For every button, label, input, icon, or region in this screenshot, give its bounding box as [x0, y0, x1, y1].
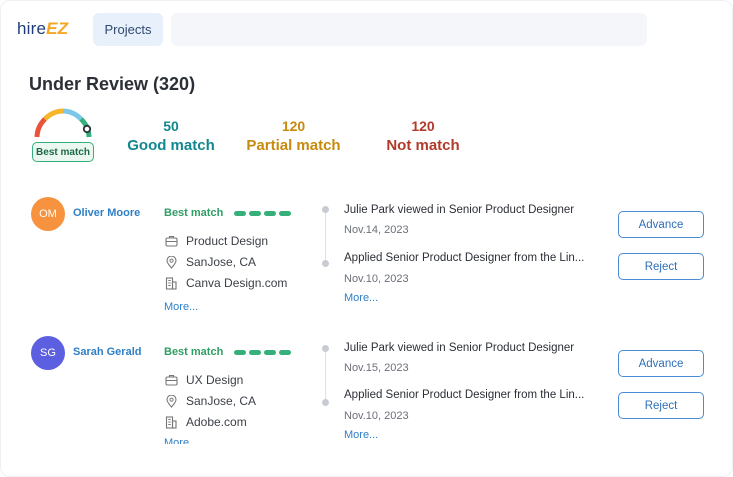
activity-text: Applied Senior Product Designer from the…: [344, 389, 585, 401]
match-strength-bars: [234, 211, 291, 216]
top-bar: hireEZ Projects: [1, 1, 732, 59]
timeline-dot: [322, 206, 329, 213]
more-link[interactable]: More...: [164, 437, 198, 444]
building-icon: [164, 415, 178, 429]
app-window: hireEZ Projects Under Review (320) Best …: [0, 0, 733, 477]
briefcase-icon: [164, 373, 178, 387]
stat-partial-count: 120: [281, 118, 306, 134]
stat-partial-match[interactable]: 120 Partial match: [241, 118, 346, 154]
stat-not-label: Not match: [386, 137, 460, 154]
stat-good-match[interactable]: 50 Good match: [123, 118, 219, 154]
page-title: Under Review (320): [29, 74, 196, 94]
timeline-line: [325, 209, 326, 265]
activity-more-link[interactable]: More...: [344, 429, 378, 441]
activity-text: Applied Senior Product Designer from the…: [344, 252, 585, 264]
best-match-badge: Best match: [32, 142, 94, 162]
candidate-name[interactable]: Sarah Gerald: [73, 346, 141, 358]
activity-more-link[interactable]: More...: [344, 292, 378, 304]
activity-text: Julie Park viewed in Senior Product Desi…: [344, 342, 575, 354]
candidate-company: Adobe.com: [164, 415, 247, 429]
avatar[interactable]: OM: [31, 197, 65, 231]
candidate-role-text: UX Design: [186, 373, 244, 387]
timeline-dot: [322, 260, 329, 267]
candidate-location-text: SanJose, CA: [186, 394, 257, 408]
candidate-location: SanJose, CA: [164, 255, 256, 269]
briefcase-icon: [164, 234, 178, 248]
stat-partial-label: Partial match: [246, 137, 341, 154]
candidate-company: Canva Design.com: [164, 276, 287, 290]
candidate-company-text: Canva Design.com: [186, 276, 288, 290]
hireez-logo[interactable]: hireEZ: [17, 19, 68, 39]
activity-text: Julie Park viewed in Senior Product Desi…: [344, 204, 575, 216]
advance-button[interactable]: Advance: [618, 350, 704, 377]
avatar[interactable]: SG: [31, 336, 65, 370]
building-icon: [164, 276, 178, 290]
activity-date: Nov.14, 2023: [344, 224, 409, 236]
match-label: Best match: [164, 207, 224, 219]
activity-date: Nov.10, 2023: [344, 273, 409, 285]
timeline-line: [325, 348, 326, 404]
logo-hire-text: hire: [17, 19, 47, 38]
candidate-role: UX Design: [164, 373, 243, 387]
match-gauge-icon: [34, 108, 92, 138]
candidate-location-text: SanJose, CA: [186, 255, 257, 269]
reject-button[interactable]: Reject: [618, 253, 704, 280]
logo-ez-text: EZ: [46, 19, 69, 38]
tab-projects[interactable]: Projects: [93, 13, 163, 46]
search-bar[interactable]: [171, 13, 647, 46]
stat-good-label: Good match: [127, 137, 215, 154]
candidate-company-text: Adobe.com: [186, 415, 247, 429]
map-pin-icon: [164, 394, 178, 408]
activity-date: Nov.10, 2023: [344, 410, 409, 422]
timeline-dot: [322, 345, 329, 352]
advance-button[interactable]: Advance: [618, 211, 704, 238]
candidate-role-text: Product Design: [186, 234, 269, 248]
map-pin-icon: [164, 255, 178, 269]
candidate-role: Product Design: [164, 234, 268, 248]
candidate-name[interactable]: Oliver Moore: [73, 207, 140, 219]
stat-not-count: 120: [411, 118, 435, 134]
stat-not-match[interactable]: 120 Not match: [381, 118, 465, 154]
reject-button[interactable]: Reject: [618, 392, 704, 419]
match-label: Best match: [164, 346, 224, 358]
stat-good-count: 50: [163, 118, 179, 134]
activity-date: Nov.15, 2023: [344, 362, 409, 374]
more-link[interactable]: More...: [164, 301, 198, 313]
candidate-location: SanJose, CA: [164, 394, 256, 408]
match-strength-bars: [234, 350, 291, 355]
timeline-dot: [322, 399, 329, 406]
